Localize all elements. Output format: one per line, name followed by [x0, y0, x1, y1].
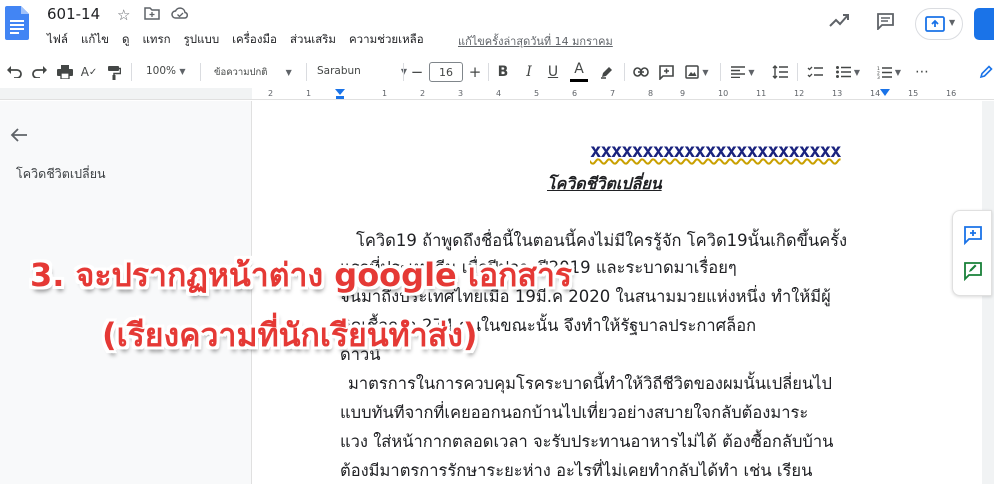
bulleted-list-icon[interactable]: ▼	[832, 58, 864, 86]
paragraph-line[interactable]: โควิด19 ถ้าพูดถึงชื่อนี้ในตอนนี้คงไม่มีใ…	[356, 230, 847, 252]
indent-marker-icon[interactable]	[335, 89, 345, 99]
checklist-icon[interactable]	[805, 58, 825, 86]
document-header-text[interactable]: xxxxxxxxxxxxxxxxxxxxxxxx	[590, 140, 842, 162]
ruler-tick: 16	[946, 89, 957, 98]
ruler-tick: 2	[268, 89, 274, 98]
document-title[interactable]: 601-14	[47, 5, 100, 23]
back-arrow-icon[interactable]	[10, 127, 28, 148]
toolbar-divider	[624, 63, 625, 81]
print-icon[interactable]	[55, 58, 75, 86]
activity-trend-icon[interactable]	[829, 12, 849, 33]
insert-link-icon[interactable]	[632, 58, 650, 86]
suggest-edits-icon[interactable]	[963, 261, 983, 281]
paragraph-line[interactable]: แบบทันทีจากที่เคยออกนอกบ้านไปเที่ยวอย่าง…	[340, 402, 808, 424]
ruler-tick: 2	[420, 89, 426, 98]
chevron-down-icon: ▼	[179, 67, 186, 76]
font-family-select[interactable]: Sarabun ▼	[317, 65, 407, 77]
comments-icon[interactable]	[876, 12, 895, 35]
decrease-font-size-button[interactable]: −	[409, 58, 425, 86]
menu-file[interactable]: ไฟล์	[47, 31, 68, 49]
docs-logo-icon[interactable]	[5, 6, 29, 40]
chevron-down-icon: ▼	[285, 68, 292, 77]
ruler-tick: 9	[680, 89, 686, 98]
ruler-tick: 1	[306, 89, 312, 98]
bold-button[interactable]: B	[495, 58, 511, 86]
ruler-tick: 15	[908, 89, 919, 98]
highlight-pen-icon[interactable]	[598, 58, 616, 86]
instruction-caption-line2: (เรียงความที่นักเรียนทำส่ง)	[102, 316, 478, 354]
menu-tools[interactable]: เครื่องมือ	[232, 31, 277, 49]
title-bar: 601-14 ☆ ไฟล์ แก้ไข ดู แทรก รูปแบบ เครื่…	[0, 0, 994, 52]
paint-format-icon[interactable]	[104, 58, 124, 86]
italic-button[interactable]: I	[521, 58, 537, 86]
menu-view[interactable]: ดู	[122, 31, 129, 49]
spellcheck-icon[interactable]: A ✓	[79, 58, 99, 86]
star-icon[interactable]: ☆	[117, 6, 130, 24]
ruler-tick: 12	[794, 89, 805, 98]
ruler-tick: 1	[382, 89, 388, 98]
menu-format[interactable]: รูปแบบ	[184, 31, 220, 49]
paragraph-line[interactable]: แวง ใส่หน้ากากตลอดเวลา จะรับประทานอาหารไ…	[340, 431, 833, 453]
ruler-tick: 8	[648, 89, 654, 98]
ruler-tick: 6	[572, 89, 578, 98]
ruler-tick: 11	[756, 89, 767, 98]
present-icon	[925, 16, 945, 32]
present-button[interactable]: ▼	[915, 8, 963, 40]
ruler-tick: 13	[832, 89, 843, 98]
toolbar-divider	[131, 63, 132, 81]
menu-help[interactable]: ความช่วยเหลือ	[349, 31, 424, 49]
share-button[interactable]	[974, 8, 994, 40]
ruler-tick: 3	[458, 89, 464, 98]
menu-addons[interactable]: ส่วนเสริม	[290, 31, 336, 49]
undo-icon[interactable]	[4, 58, 24, 86]
font-size-input[interactable]: 16	[429, 62, 463, 82]
line-spacing-icon[interactable]	[770, 58, 790, 86]
menu-edit[interactable]: แก้ไข	[81, 31, 109, 49]
font-family-value: Sarabun	[317, 65, 361, 77]
toolbar-divider	[720, 63, 721, 81]
outline-item[interactable]: โควิดชีวิตเปลี่ยน	[16, 164, 106, 184]
redo-icon[interactable]	[30, 58, 50, 86]
underline-button[interactable]: U	[545, 58, 561, 86]
align-left-icon[interactable]: ▼	[728, 58, 758, 86]
add-comment-icon[interactable]	[963, 225, 983, 245]
toolbar-divider	[797, 63, 798, 81]
editing-mode-pencil-icon[interactable]	[978, 58, 994, 86]
toolbar-divider	[488, 63, 489, 81]
paragraph-line[interactable]: ต้องมีมาตรการรักษาระยะห่าง อะไรที่ไม่เคย…	[340, 460, 812, 482]
zoom-value: 100%	[146, 65, 177, 77]
right-indent-marker-icon[interactable]	[880, 89, 890, 97]
chevron-down-icon: ▼	[949, 18, 956, 27]
ruler-tick: 4	[496, 89, 502, 98]
zoom-select[interactable]: 100% ▼	[146, 65, 186, 77]
paragraph-style-value: ข้อความปกติ	[214, 67, 268, 78]
text-color-button[interactable]: A	[570, 58, 588, 82]
increase-font-size-button[interactable]: +	[467, 58, 483, 86]
add-comment-icon[interactable]	[657, 58, 675, 86]
ruler-tick: 7	[610, 89, 616, 98]
floating-actions-rail	[952, 210, 992, 296]
more-options-icon[interactable]: ⋯	[912, 58, 932, 86]
insert-image-icon[interactable]: ▼	[682, 58, 712, 86]
svg-text:3: 3	[877, 75, 880, 79]
move-folder-icon[interactable]	[144, 6, 160, 24]
document-title-heading[interactable]: โควิดชีวิตเปลี่ยน	[547, 172, 662, 197]
menu-bar: ไฟล์ แก้ไข ดู แทรก รูปแบบ เครื่องมือ ส่ว…	[47, 31, 437, 49]
ruler-tick: 10	[718, 89, 729, 98]
ruler-margin	[0, 88, 252, 100]
menu-insert[interactable]: แทรก	[142, 31, 170, 49]
paragraph-style-select[interactable]: ข้อความปกติ ▼	[214, 65, 292, 80]
instruction-caption-line1: 3. จะปรากฏหน้าต่าง google เอกสาร	[30, 256, 573, 294]
last-edit-link[interactable]: แก้ไขครั้งล่าสุดวันที่ 14 มกราคม	[458, 32, 613, 50]
font-size-box[interactable]: 16	[428, 58, 464, 86]
cloud-saved-icon[interactable]	[171, 6, 189, 24]
numbered-list-icon[interactable]: 1 2 3 ▼	[873, 58, 905, 86]
toolbar-divider	[200, 63, 201, 81]
ruler-tick: 5	[534, 89, 540, 98]
paragraph-line[interactable]: มาตรการในการควบคุมโรคระบาดนี้ทำให้วิถีชี…	[348, 373, 832, 395]
toolbar-divider	[403, 63, 404, 81]
toolbar-divider	[306, 63, 307, 81]
ruler-tick: 14	[870, 89, 881, 98]
